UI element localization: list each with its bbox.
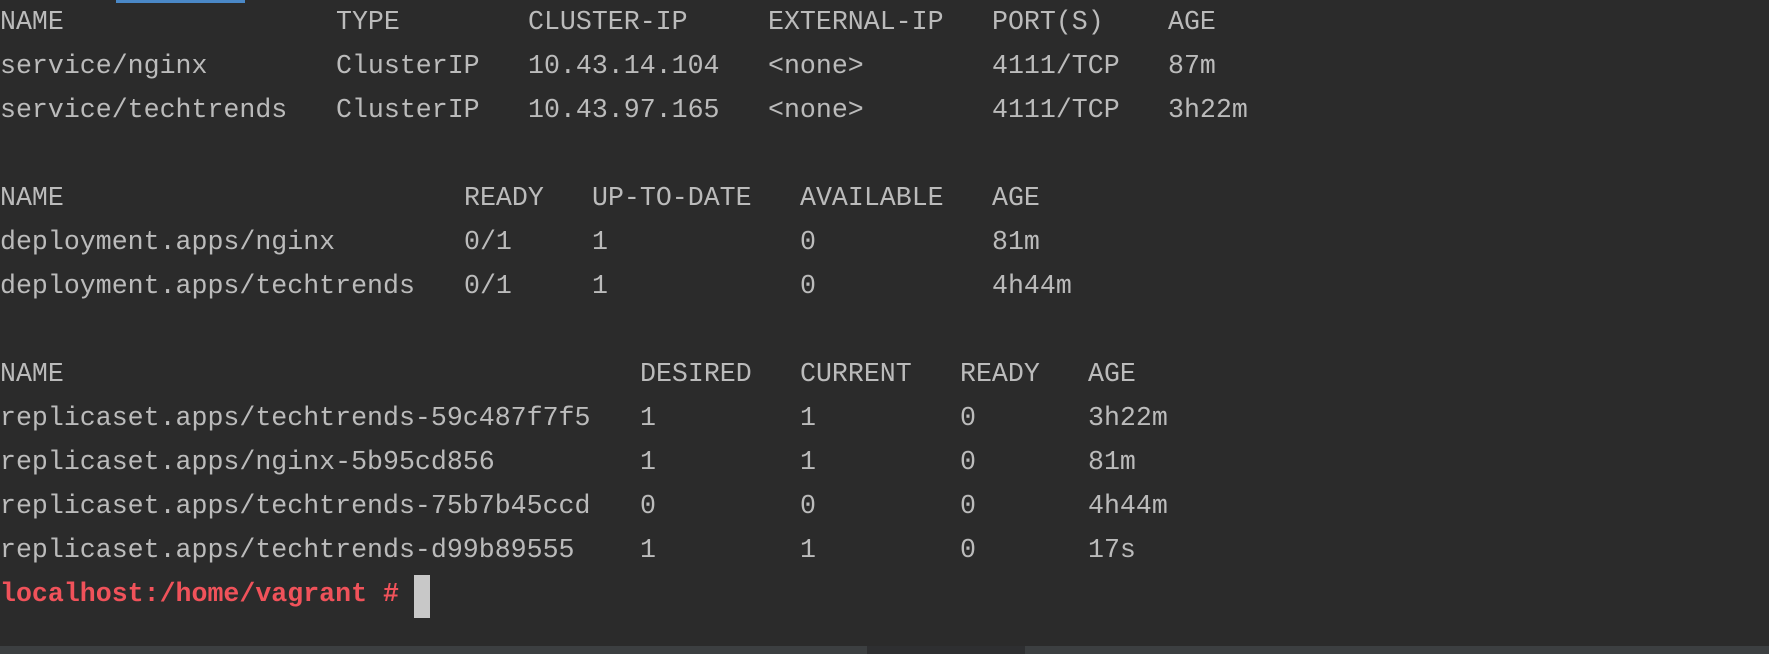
table-cell: deployment.apps/techtrends bbox=[0, 271, 415, 301]
column-header: AVAILABLE bbox=[800, 183, 944, 213]
table-cell: 0/1 bbox=[464, 271, 512, 301]
table-cell: 81m bbox=[1088, 447, 1136, 477]
column-header: NAME bbox=[0, 183, 64, 213]
table-cell: 1 bbox=[640, 403, 656, 433]
table-cell: 1 bbox=[640, 535, 656, 565]
table-cell: 0 bbox=[960, 447, 976, 477]
table-cell: ClusterIP bbox=[336, 95, 480, 125]
table-cell: replicaset.apps/techtrends-75b7b45ccd bbox=[0, 491, 591, 521]
table-cell: 10.43.97.165 bbox=[528, 95, 720, 125]
table-cell: 0 bbox=[800, 227, 816, 257]
table-cell: 10.43.14.104 bbox=[528, 51, 720, 81]
table-row: replicaset.apps/techtrends-59c487f7f5 1 1 0… bbox=[0, 396, 1168, 440]
table-cell: 0 bbox=[800, 271, 816, 301]
column-header: UP-TO-DATE bbox=[592, 183, 752, 213]
table-row: service/nginx ClusterIP 10.43.14.104 <none>… bbox=[0, 44, 1216, 88]
column-header: DESIRED bbox=[640, 359, 752, 389]
table-cell: 0 bbox=[960, 403, 976, 433]
terminal-output[interactable]: NAME TYPE CLUSTER-IP EXTERNAL-IP PORT(S) AGE s… bbox=[0, 0, 1248, 616]
table-cell: deployment.apps/nginx bbox=[0, 227, 336, 257]
table-cell: 3h22m bbox=[1088, 403, 1168, 433]
table-row: deployment.apps/nginx 0/1 1 0 81m bbox=[0, 220, 1040, 264]
table-cell: 4h44m bbox=[992, 271, 1072, 301]
shell-prompt: localhost:/home/vagrant # bbox=[0, 579, 399, 609]
table-cell: 1 bbox=[640, 447, 656, 477]
table-cell: 0 bbox=[960, 491, 976, 521]
column-header: CLUSTER-IP bbox=[528, 7, 688, 37]
table-cell: 1 bbox=[800, 447, 816, 477]
table-cell: replicaset.apps/techtrends-59c487f7f5 bbox=[0, 403, 591, 433]
table-row: replicaset.apps/nginx-5b95cd856 1 1 0 81m bbox=[0, 440, 1136, 484]
table-cell: 81m bbox=[992, 227, 1040, 257]
table-cell: service/techtrends bbox=[0, 95, 288, 125]
table-cell: replicaset.apps/techtrends-d99b89555 bbox=[0, 535, 575, 565]
column-header: NAME bbox=[0, 359, 64, 389]
column-header: EXTERNAL-IP bbox=[768, 7, 944, 37]
table-cell: 4111/TCP bbox=[992, 51, 1120, 81]
table-cell: ClusterIP bbox=[336, 51, 480, 81]
column-header: CURRENT bbox=[800, 359, 912, 389]
table-cell: 1 bbox=[800, 403, 816, 433]
table-header: NAME DESIRED CURRENT READY AGE bbox=[0, 352, 1136, 396]
column-header: AGE bbox=[992, 183, 1040, 213]
table-row: replicaset.apps/techtrends-d99b89555 1 1 0 1… bbox=[0, 528, 1136, 572]
column-header: READY bbox=[464, 183, 544, 213]
table-cell: 0 bbox=[640, 491, 656, 521]
table-header: NAME READY UP-TO-DATE AVAILABLE AGE bbox=[0, 176, 1040, 220]
horizontal-scrollbar[interactable] bbox=[0, 646, 1769, 654]
table-row: deployment.apps/techtrends 0/1 1 0 4h44m bbox=[0, 264, 1072, 308]
table-cell: 1 bbox=[592, 271, 608, 301]
table-cell: 17s bbox=[1088, 535, 1136, 565]
terminal-cursor bbox=[414, 575, 430, 618]
table-cell: 87m bbox=[1168, 51, 1216, 81]
table-cell: 0 bbox=[800, 491, 816, 521]
column-header: TYPE bbox=[336, 7, 400, 37]
table-header: NAME TYPE CLUSTER-IP EXTERNAL-IP PORT(S) AGE bbox=[0, 0, 1216, 44]
table-cell: <none> bbox=[768, 95, 864, 125]
table-cell: service/nginx bbox=[0, 51, 208, 81]
table-cell: 4111/TCP bbox=[992, 95, 1120, 125]
table-cell: 4h44m bbox=[1088, 491, 1168, 521]
column-header: READY bbox=[960, 359, 1040, 389]
table-cell: 1 bbox=[800, 535, 816, 565]
scrollbar-thumb[interactable] bbox=[867, 646, 1025, 654]
column-header: AGE bbox=[1088, 359, 1136, 389]
table-cell: replicaset.apps/nginx-5b95cd856 bbox=[0, 447, 495, 477]
column-header: PORT(S) bbox=[992, 7, 1104, 37]
table-cell: 3h22m bbox=[1168, 95, 1248, 125]
table-row: replicaset.apps/techtrends-75b7b45ccd 0 0 0… bbox=[0, 484, 1168, 528]
column-header: NAME bbox=[0, 7, 64, 37]
table-cell: <none> bbox=[768, 51, 864, 81]
table-cell: 1 bbox=[592, 227, 608, 257]
table-row: service/techtrends ClusterIP 10.43.97.165 <… bbox=[0, 88, 1248, 132]
table-cell: 0/1 bbox=[464, 227, 512, 257]
column-header: AGE bbox=[1168, 7, 1216, 37]
table-cell: 0 bbox=[960, 535, 976, 565]
